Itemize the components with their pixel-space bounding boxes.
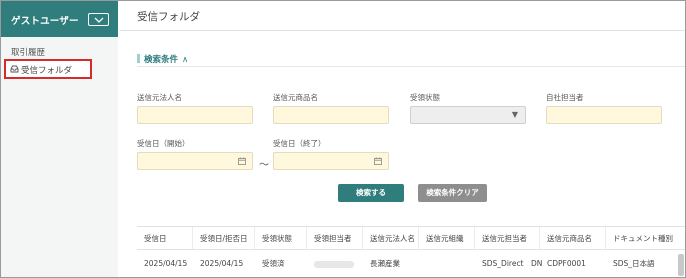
column-header[interactable]: 受領担当者: [307, 227, 363, 249]
range-separator: ～: [259, 160, 269, 171]
divider: [119, 30, 685, 31]
cell-received-date: 2025/04/15: [144, 259, 188, 268]
cell-accepted-date: 2025/04/15: [200, 259, 244, 268]
cell-staff-redacted: [307, 250, 363, 277]
own-staff-input[interactable]: [546, 106, 662, 124]
sender-company-input[interactable]: [137, 106, 253, 124]
vertical-scrollbar[interactable]: [678, 254, 684, 276]
column-header[interactable]: ドキュメント種別: [606, 227, 685, 249]
column-header[interactable]: 受領日/拒否日: [193, 227, 255, 249]
cell-document-type: SDS_日本語: [613, 259, 655, 268]
receipt-status-label: 受領状態: [410, 93, 440, 102]
section-marker: [137, 54, 140, 63]
user-name: ゲストユーザー: [11, 16, 79, 27]
sidebar-item-label: 受信フォルダ: [21, 66, 73, 76]
search-button[interactable]: 検索する: [338, 184, 404, 202]
sidebar-nav: 取引履歴 受信フォルダ: [1, 37, 118, 277]
table-row[interactable]: 2025/04/15 2025/04/15 受領済 長瀬産業 SDS_Direc…: [137, 250, 685, 277]
received-from-label: 受信日（開始）: [137, 139, 190, 148]
sidebar-item-inbox[interactable]: 受信フォルダ: [4, 59, 92, 79]
clear-conditions-button[interactable]: 検索条件クリア: [418, 184, 487, 202]
cell-sender-org: [419, 250, 475, 277]
sidebar-header: ゲストユーザー: [1, 1, 118, 37]
divider: [137, 66, 685, 67]
own-staff-label: 自社担当者: [546, 93, 584, 102]
table-header: 受信日 受領日/拒否日 受領状態 受領担当者 送信元法人名 送信元組織 送信元担…: [137, 226, 685, 250]
sender-company-label: 送信元法人名: [137, 93, 182, 102]
column-header[interactable]: 受信日: [137, 227, 193, 249]
search-conditions-toggle[interactable]: 検索条件 ∧: [137, 53, 188, 65]
redacted-value: [314, 260, 354, 268]
chevron-down-icon: [94, 17, 104, 23]
cell-sender-staff: SDS_Direct DN: [482, 259, 543, 268]
dropdown-arrow-icon: ▼: [511, 110, 518, 119]
sender-product-input[interactable]: [273, 106, 389, 124]
column-header[interactable]: 送信元商品名: [540, 227, 606, 249]
sidebar-item-transaction-history[interactable]: 取引履歴: [11, 46, 45, 58]
collapse-caret-icon: ∧: [182, 55, 189, 65]
page-title: 受信フォルダ: [137, 11, 200, 23]
receipt-status-select[interactable]: ▼: [410, 106, 526, 124]
sidebar: ゲストユーザー 取引履歴 受信フォルダ: [1, 1, 118, 277]
column-header[interactable]: 送信元担当者: [475, 227, 540, 249]
column-header[interactable]: 送信元組織: [419, 227, 475, 249]
user-menu-toggle[interactable]: [88, 13, 109, 26]
cell-sender-company: 長瀬産業: [370, 259, 400, 268]
received-to-label: 受信日（終了）: [273, 139, 326, 148]
sender-product-label: 送信元商品名: [273, 93, 318, 102]
received-to-date-input[interactable]: [273, 152, 389, 170]
calendar-icon[interactable]: [238, 157, 246, 165]
inbox-icon: [10, 65, 19, 73]
calendar-icon[interactable]: [374, 157, 382, 165]
search-conditions-title: 検索条件: [144, 55, 179, 65]
column-header[interactable]: 送信元法人名: [363, 227, 419, 249]
cell-product-name: CDPF0001: [547, 259, 586, 268]
cell-status: 受領済: [262, 259, 285, 268]
column-header[interactable]: 受領状態: [255, 227, 307, 249]
received-from-date-input[interactable]: [137, 152, 253, 170]
